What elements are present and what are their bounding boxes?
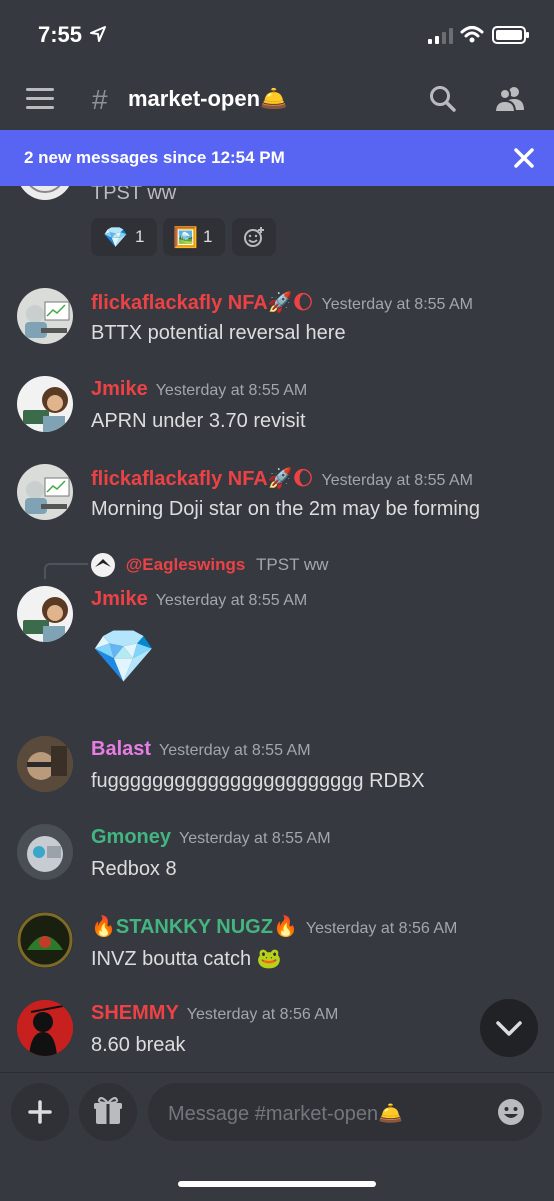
reaction-count: 1 <box>135 227 145 246</box>
add-reaction-button[interactable] <box>232 218 276 256</box>
avatar[interactable] <box>17 186 73 200</box>
home-indicator[interactable] <box>178 1181 376 1187</box>
message-author[interactable]: Balast <box>91 738 151 760</box>
reaction-count: 1 <box>203 227 213 246</box>
message-author[interactable]: Gmoney <box>91 826 171 848</box>
message-author[interactable]: Jmike <box>91 588 148 610</box>
gift-button[interactable] <box>79 1083 137 1141</box>
message-timestamp: Yesterday at 8:55 AM <box>321 296 474 313</box>
status-time: 7:55 <box>38 22 83 47</box>
emoji-icon[interactable] <box>496 1097 526 1127</box>
search-icon[interactable] <box>428 84 458 114</box>
message-author[interactable]: flickaflackafly NFA🚀🌔 <box>91 292 314 314</box>
message-timestamp: Yesterday at 8:55 AM <box>159 742 311 759</box>
message-author[interactable]: 🔥STANKKY NUGZ🔥 <box>91 916 298 938</box>
chevron-down-icon <box>496 1021 522 1036</box>
message-author[interactable]: Jmike <box>91 378 148 400</box>
message-content: fuggggggggggggggggggggggg RDBX <box>91 770 425 792</box>
jump-to-latest-button[interactable] <box>480 999 538 1057</box>
add-reaction-icon <box>244 227 264 247</box>
reply-reference[interactable]: @Eagleswings TPST ww <box>91 553 328 577</box>
cellular-signal-icon <box>428 28 453 44</box>
message-input-placeholder: Message #market-open🛎️ <box>168 1103 404 1125</box>
members-icon[interactable] <box>494 84 526 114</box>
message-emoji-content: 💎 <box>91 628 156 686</box>
message-timestamp: Yesterday at 8:56 AM <box>186 1006 339 1023</box>
gift-icon <box>94 1097 122 1124</box>
avatar[interactable] <box>17 912 73 968</box>
avatar[interactable] <box>17 288 73 344</box>
message-timestamp: Yesterday at 8:55 AM <box>179 830 331 847</box>
channel-hash-icon: # <box>92 84 108 115</box>
message-author[interactable]: flickaflackafly NFA🚀🌔 <box>91 468 314 490</box>
message-content: APRN under 3.70 revisit <box>91 410 306 432</box>
new-messages-text: 2 new messages since 12:54 PM <box>24 148 285 167</box>
close-icon[interactable] <box>512 146 536 170</box>
message-timestamp: Yesterday at 8:55 AM <box>321 472 474 489</box>
reaction-emoji: 💎 <box>103 227 128 249</box>
avatar[interactable] <box>17 376 73 432</box>
avatar[interactable] <box>17 586 73 642</box>
reply-text: TPST ww <box>256 555 329 574</box>
reply-connector <box>44 563 88 579</box>
message-list[interactable]: TPST ww 💎 1 🖼️ 1 flickaflackafly NFA🚀🌔 Y… <box>0 186 554 1072</box>
menu-icon[interactable] <box>26 88 54 110</box>
message-content: 8.60 break <box>91 1034 186 1056</box>
battery-icon <box>492 26 529 44</box>
avatar[interactable] <box>17 1000 73 1056</box>
reaction-emoji: 🖼️ <box>173 227 198 249</box>
message-timestamp: Yesterday at 8:55 AM <box>155 592 308 609</box>
reaction-chip[interactable]: 🖼️ 1 <box>163 218 225 256</box>
message-timestamp: Yesterday at 8:56 AM <box>305 920 458 937</box>
message-content: INVZ boutta catch 🐸 <box>91 948 282 970</box>
channel-header: # market-open🛎️ <box>0 70 554 130</box>
location-arrow-icon <box>90 26 106 42</box>
message-content: Morning Doji star on the 2m may be formi… <box>91 498 481 520</box>
reply-author[interactable]: @Eagleswings <box>126 555 246 574</box>
message-content: Redbox 8 <box>91 858 177 880</box>
wifi-icon <box>460 26 484 43</box>
avatar[interactable] <box>17 464 73 520</box>
channel-title: market-open🛎️ <box>128 86 288 111</box>
message-composer: Message #market-open🛎️ <box>0 1072 554 1201</box>
message-content: TPST ww <box>91 186 177 204</box>
new-messages-banner[interactable]: 2 new messages since 12:54 PM <box>0 130 554 186</box>
message-timestamp: Yesterday at 8:55 AM <box>155 382 308 399</box>
message-author[interactable]: SHEMMY <box>91 1002 179 1024</box>
plus-icon <box>28 1100 52 1124</box>
avatar[interactable] <box>17 736 73 792</box>
avatar[interactable] <box>17 824 73 880</box>
status-bar: 7:55 <box>0 0 554 70</box>
reaction-chip[interactable]: 💎 1 <box>91 218 157 256</box>
message-input[interactable]: Message #market-open🛎️ <box>148 1083 542 1141</box>
message-content: BTTX potential reversal here <box>91 322 346 344</box>
reply-avatar <box>91 553 115 577</box>
attach-button[interactable] <box>11 1083 69 1141</box>
